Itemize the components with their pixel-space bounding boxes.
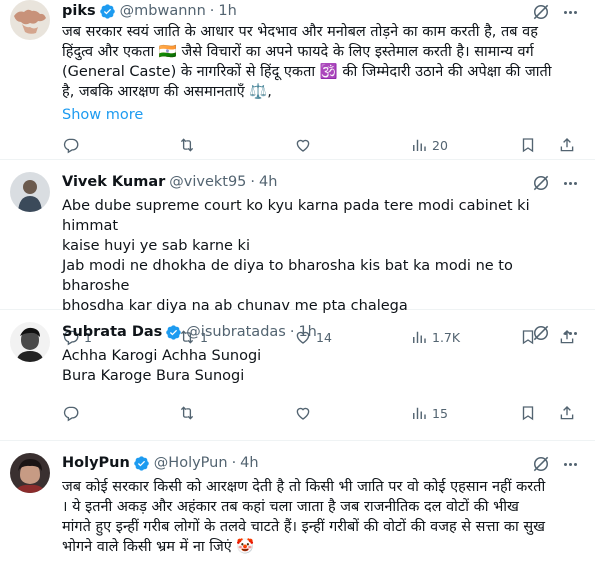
separator-dot: · — [289, 324, 295, 340]
display-name[interactable]: piks — [62, 3, 96, 19]
reply-feed: piks @mbwannn · 1h जब सरकार स्वयं जाति क… — [0, 0, 595, 581]
tweet-text-line: जब कोई सरकार किसी को आरक्षण देती है तो क… — [62, 479, 546, 495]
bookmark-icon — [522, 138, 534, 153]
bookmark-button[interactable] — [519, 136, 537, 154]
views-icon — [413, 139, 426, 151]
timestamp[interactable]: 1h — [218, 3, 236, 19]
tweet-text-line: जब सरकार स्वयं जाति के आधार पर भेदभाव और… — [62, 24, 538, 40]
separator-dot: · — [209, 3, 215, 19]
tweet-text-line: है, जबकि आरक्षण की असमानताएँ ⚖️, — [62, 84, 272, 100]
reply-button[interactable] — [62, 136, 84, 154]
separator-dot: · — [231, 455, 237, 471]
tweet-header: Vivek Kumar @vivekt95 · 4h — [62, 172, 579, 192]
tweet-text-line: भोगने वाले किसी भ्रम में ना जिएं 🤡 — [62, 539, 255, 555]
show-more-link[interactable]: Show more — [62, 105, 579, 125]
tweet-header: piks @mbwannn · 1h — [62, 1, 579, 21]
retweet-button[interactable] — [178, 404, 200, 422]
heart-icon — [296, 139, 310, 152]
display-name[interactable]: Subrata Das — [62, 324, 162, 340]
views-count: 20 — [432, 137, 448, 153]
separator-dot: · — [250, 174, 256, 190]
tweet-text: जब सरकार स्वयं जाति के आधार पर भेदभाव और… — [62, 22, 579, 102]
timestamp[interactable]: 4h — [240, 455, 258, 471]
tweet-actions: 20 — [62, 128, 579, 162]
tweet[interactable]: piks @mbwannn · 1h जब सरकार स्वयं जाति क… — [0, 0, 595, 160]
heart-icon — [296, 407, 310, 420]
tweet-text: Abe dube supreme court ko kyu karna pada… — [62, 196, 579, 316]
retweet-icon — [180, 406, 194, 420]
reply-icon — [63, 406, 79, 422]
more-icon[interactable] — [559, 3, 581, 21]
tweet-text-line: Achha Karogi Achha Sunogi — [62, 348, 262, 364]
tweet[interactable]: Subrata Das @isubratadas · 1h Achha Karo… — [0, 310, 595, 441]
tweet-text-line: । ये इतनी अकड़ और अहंकार तब कहां चला जात… — [62, 499, 519, 515]
user-handle[interactable]: @HolyPun — [154, 455, 228, 471]
views-button[interactable]: 20 — [410, 136, 448, 154]
avatar[interactable] — [10, 453, 50, 493]
views-icon — [413, 407, 426, 419]
grok-icon[interactable] — [531, 323, 551, 343]
bookmark-icon — [522, 406, 534, 421]
timestamp[interactable]: 4h — [259, 174, 277, 190]
verified-badge-icon — [134, 455, 149, 471]
tweet-text-line: Abe dube supreme court ko kyu karna pada… — [62, 198, 530, 234]
display-name[interactable]: HolyPun — [62, 455, 130, 471]
tweet-text-line: kaise huyi ye sab karne ki — [62, 238, 250, 254]
more-icon[interactable] — [559, 455, 581, 473]
user-handle[interactable]: @isubratadas — [186, 324, 286, 340]
tweet-text: जब कोई सरकार किसी को आरक्षण देती है तो क… — [62, 477, 579, 557]
avatar[interactable] — [10, 172, 50, 212]
share-button[interactable] — [558, 404, 576, 422]
retweet-icon — [180, 138, 194, 152]
views-count: 15 — [432, 405, 448, 421]
more-icon[interactable] — [559, 324, 581, 342]
verified-badge-icon — [166, 324, 182, 340]
tweet-header: HolyPun @HolyPun · 4h — [62, 453, 579, 473]
user-handle[interactable]: @vivekt95 — [169, 174, 246, 190]
grok-icon[interactable] — [531, 173, 551, 193]
grok-icon[interactable] — [531, 454, 551, 474]
like-button[interactable] — [294, 404, 316, 422]
user-handle[interactable]: @mbwannn — [120, 3, 206, 19]
tweet-text-line: Jab modi ne dhokha de diya to bharosha k… — [62, 258, 513, 294]
tweet-text-line: Bura Karoge Bura Sunogi — [62, 368, 245, 384]
tweet-header: Subrata Das @isubratadas · 1h — [62, 322, 579, 342]
display-name[interactable]: Vivek Kumar — [62, 174, 165, 190]
avatar[interactable] — [10, 322, 50, 362]
tweet-text-line: (General Caste) के नागरिकों से हिंदू एकत… — [62, 64, 552, 80]
timestamp[interactable]: 1h — [298, 324, 316, 340]
tweet-text-line: मांगते हुए इन्हीं गरीब लोगों के तलवे चाट… — [62, 519, 546, 535]
grok-icon[interactable] — [531, 2, 551, 22]
avatar[interactable] — [10, 0, 50, 40]
bookmark-button[interactable] — [519, 404, 537, 422]
tweet[interactable]: Vivek Kumar @vivekt95 · 4h Abe dube supr… — [0, 160, 595, 346]
verified-badge-icon — [99, 3, 115, 19]
retweet-button[interactable] — [178, 136, 200, 154]
views-button[interactable]: 15 — [410, 404, 448, 422]
share-icon — [560, 138, 574, 152]
share-button[interactable] — [558, 136, 576, 154]
reply-button[interactable] — [62, 404, 84, 422]
tweet-text-line: हिंदुत्व और एकता 🇮🇳 जैसे विचारों का अपने… — [62, 44, 534, 60]
tweet[interactable]: HolyPun @HolyPun · 4h जब कोई सरकार किसी … — [0, 441, 595, 581]
tweet-actions: 15 — [62, 396, 579, 430]
share-icon — [560, 406, 574, 420]
more-icon[interactable] — [559, 174, 581, 192]
like-button[interactable] — [294, 136, 316, 154]
reply-icon — [63, 138, 79, 154]
tweet-text: Achha Karogi Achha Sunogi Bura Karoge Bu… — [62, 346, 579, 386]
